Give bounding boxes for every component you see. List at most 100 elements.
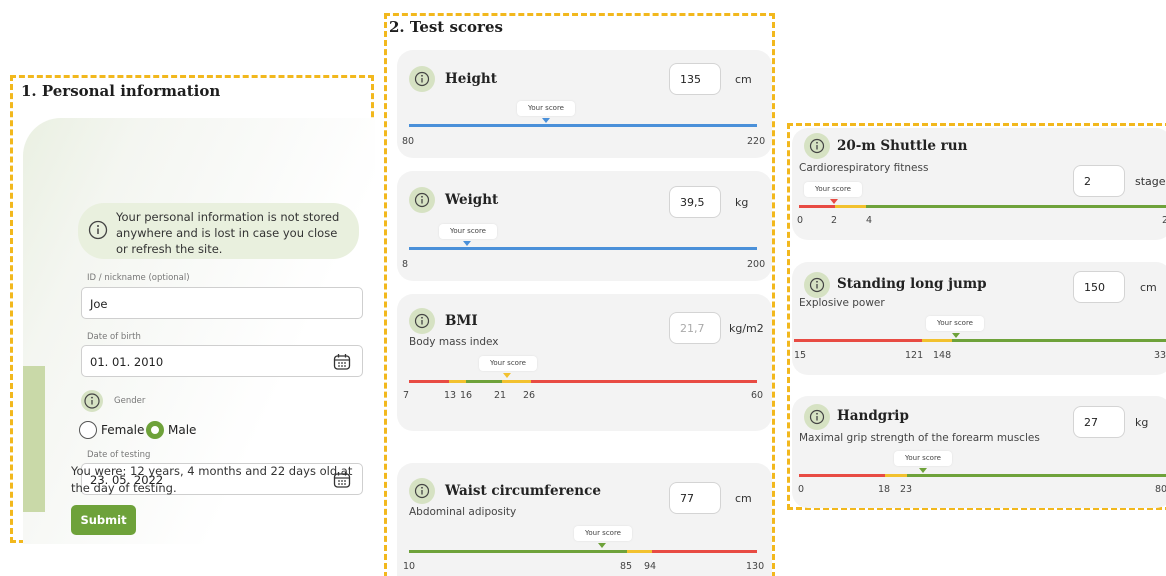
long-jump-tick: 330 — [1154, 350, 1166, 361]
gender-female-label[interactable]: Female — [101, 423, 144, 437]
weight-unit: kg — [735, 196, 749, 209]
weight-bar-range — [409, 247, 757, 250]
height-bar-range — [409, 124, 757, 127]
height-card: Height 135 cm Your score 80 220 — [397, 50, 772, 158]
long-jump-bar-green — [952, 339, 1166, 342]
shuttle-run-score-tag: Your score — [804, 182, 862, 197]
info-icon[interactable] — [409, 308, 435, 334]
waist-bar-green — [409, 550, 627, 553]
waist-bar — [409, 550, 757, 553]
shuttle-run-score-marker — [830, 199, 838, 204]
test-scores-title: 2. Test scores — [389, 18, 503, 36]
decorative-stripe — [23, 366, 45, 512]
waist-bar-red — [652, 550, 757, 553]
info-icon[interactable] — [409, 187, 435, 213]
shuttle-run-card: 20-m Shuttle run Cardiorespiratory fitne… — [792, 128, 1166, 240]
privacy-notice-text: Your personal information is not stored … — [116, 210, 340, 256]
shuttle-run-bar-green — [866, 205, 1166, 208]
waist-tick: 94 — [644, 561, 657, 572]
bmi-title: BMI — [445, 313, 478, 329]
weight-input[interactable]: 39,5 — [669, 186, 721, 218]
info-icon[interactable] — [804, 272, 830, 298]
bmi-bar-red-high — [531, 380, 757, 383]
handgrip-tick: 18 — [878, 484, 891, 495]
shuttle-run-tick: 21 — [1162, 215, 1166, 226]
handgrip-score-marker — [919, 468, 927, 473]
gender-female-radio[interactable] — [79, 421, 97, 439]
info-icon[interactable] — [409, 478, 435, 504]
bmi-tick: 7 — [403, 390, 410, 401]
long-jump-score-tag: Your score — [926, 316, 984, 331]
shuttle-run-input[interactable]: 2 — [1073, 165, 1125, 197]
height-input[interactable]: 135 — [669, 63, 721, 95]
height-tick-min: 80 — [402, 136, 415, 147]
info-icon[interactable] — [81, 390, 103, 412]
long-jump-card: Standing long jump Explosive power 150 c… — [792, 262, 1166, 375]
gender-male-radio[interactable] — [146, 421, 164, 439]
id-field-value: Joe — [90, 297, 108, 311]
bmi-bar-red-low — [409, 380, 449, 383]
info-icon[interactable] — [804, 133, 830, 159]
handgrip-tick: 23 — [900, 484, 913, 495]
weight-card: Weight 39,5 kg Your score 8 200 — [397, 171, 772, 281]
info-icon[interactable] — [409, 66, 435, 92]
submit-button[interactable]: Submit — [71, 505, 136, 535]
long-jump-score-marker — [952, 333, 960, 338]
waist-score-tag: Your score — [574, 526, 632, 541]
age-summary: You were: 12 years, 4 months and 22 days… — [71, 464, 353, 495]
shuttle-run-tick: 0 — [797, 215, 804, 226]
shuttle-run-bar-red — [799, 205, 835, 208]
gender-male-label[interactable]: Male — [168, 423, 196, 437]
handgrip-bar-red — [799, 474, 885, 477]
waist-tick: 10 — [403, 561, 416, 572]
waist-tick: 130 — [746, 561, 765, 572]
dob-field[interactable]: 01. 01. 2010 — [81, 345, 363, 377]
long-jump-input-value: 150 — [1084, 281, 1105, 294]
waist-subtitle: Abdominal adiposity — [409, 506, 517, 518]
gender-radio-group: Female Male — [79, 421, 279, 443]
fitness-tests-section: 20-m Shuttle run Cardiorespiratory fitne… — [787, 123, 1166, 510]
bmi-tick: 21 — [494, 390, 507, 401]
gender-label: Gender — [114, 396, 146, 406]
shuttle-run-tick: 2 — [831, 215, 838, 226]
handgrip-bar-green — [907, 474, 1166, 477]
handgrip-input[interactable]: 27 — [1073, 406, 1125, 438]
bmi-bar — [409, 380, 757, 383]
id-label: ID / nickname (optional) — [87, 273, 190, 283]
bmi-tick: 60 — [751, 390, 764, 401]
weight-input-value: 39,5 — [680, 196, 705, 209]
weight-title: Weight — [445, 192, 499, 208]
long-jump-tick: 148 — [933, 350, 952, 361]
shuttle-run-tick: 4 — [866, 215, 873, 226]
handgrip-input-value: 27 — [1084, 416, 1098, 429]
weight-bar — [409, 247, 757, 250]
waist-tick: 85 — [620, 561, 633, 572]
handgrip-score-tag: Your score — [894, 451, 952, 466]
id-field[interactable]: Joe — [81, 287, 363, 319]
height-score-tag: Your score — [517, 101, 575, 116]
waist-bar-yellow — [627, 550, 652, 553]
height-score-marker — [542, 118, 550, 123]
shuttle-run-bar — [799, 205, 1166, 208]
personal-information-title: 1. Personal information — [21, 82, 221, 100]
handgrip-bar — [799, 474, 1166, 477]
long-jump-bar-red — [794, 339, 922, 342]
shuttle-run-unit: stages — [1135, 175, 1166, 188]
weight-score-tag: Your score — [439, 224, 497, 239]
handgrip-tick: 0 — [798, 484, 805, 495]
bmi-tick: 16 — [460, 390, 473, 401]
long-jump-input[interactable]: 150 — [1073, 271, 1125, 303]
handgrip-title: Handgrip — [837, 408, 909, 424]
test-scores-section: 2. Test scores Height 135 cm Your score … — [384, 13, 775, 576]
shuttle-run-bar-yellow — [835, 205, 866, 208]
long-jump-tick: 121 — [905, 350, 924, 361]
height-title: Height — [445, 71, 497, 87]
weight-tick-min: 8 — [402, 259, 409, 270]
calendar-icon[interactable] — [332, 352, 352, 375]
bmi-output: 21,7 — [669, 312, 721, 344]
bmi-score-tag: Your score — [479, 356, 537, 371]
long-jump-bar — [794, 339, 1166, 342]
bmi-bar-yellow-low — [449, 380, 466, 383]
info-icon[interactable] — [804, 404, 830, 430]
waist-input[interactable]: 77 — [669, 482, 721, 514]
